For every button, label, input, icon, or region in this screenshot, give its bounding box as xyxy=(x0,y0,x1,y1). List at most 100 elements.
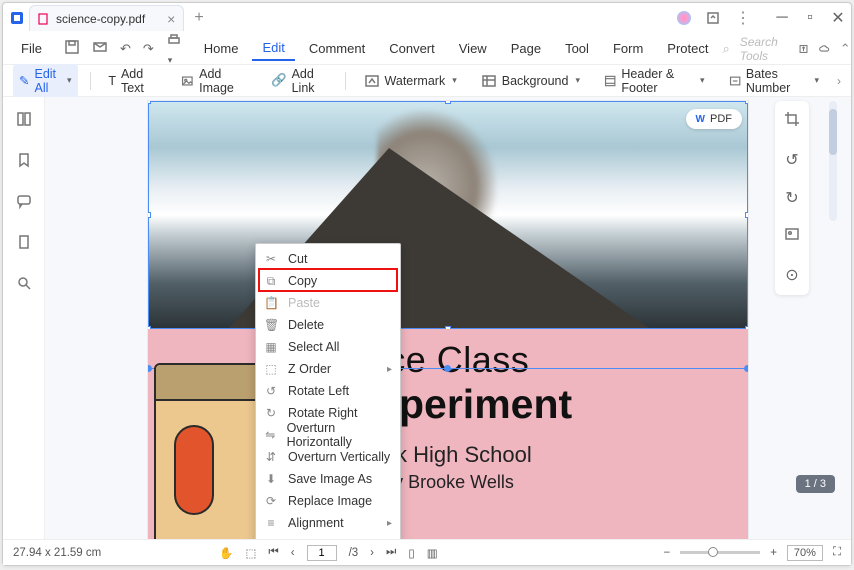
menu-form[interactable]: Form xyxy=(603,37,653,60)
ctx-select-all[interactable]: ▦Select All xyxy=(256,336,400,358)
ctx-label: Paste xyxy=(288,296,320,310)
zoom-value[interactable]: 70% xyxy=(787,545,823,561)
coords-readout: 27.94 x 21.59 cm xyxy=(13,547,101,559)
ctx-icon: ⋯ xyxy=(264,538,278,539)
zoom-slider[interactable] xyxy=(680,551,760,554)
maximize-button[interactable]: ▫ xyxy=(803,11,817,25)
ctx-cut[interactable]: ✂Cut xyxy=(256,248,400,270)
file-menu[interactable]: File xyxy=(11,37,52,60)
continuous-page-icon[interactable]: ▥ xyxy=(427,546,438,560)
ctx-icon: ↺ xyxy=(264,384,278,398)
ctx-overturn-vertically[interactable]: ⇵Overturn Vertically xyxy=(256,446,400,468)
selected-image[interactable] xyxy=(148,101,748,329)
extract-image-icon[interactable] xyxy=(784,226,800,247)
more-options-icon[interactable]: ⊙ xyxy=(785,265,798,285)
ctx-label: Rotate Left xyxy=(288,384,349,398)
export-icon[interactable] xyxy=(798,41,809,57)
zoom-in-icon[interactable]: + xyxy=(770,547,777,559)
toolbar-overflow-icon[interactable]: › xyxy=(837,74,841,88)
close-tab-icon[interactable]: × xyxy=(167,11,175,27)
last-page-icon[interactable]: ⏭ xyxy=(386,546,396,559)
ctx-label: Rotate Right xyxy=(288,406,357,420)
add-text-label: Add Text xyxy=(121,67,158,95)
menu-view[interactable]: View xyxy=(449,37,497,60)
menu-comment[interactable]: Comment xyxy=(299,37,375,60)
menu-page[interactable]: Page xyxy=(501,37,551,60)
ctx-paste: 📋Paste xyxy=(256,292,400,314)
zoom-out-icon[interactable]: − xyxy=(663,547,670,559)
search-tools-input[interactable]: Search Tools xyxy=(740,35,788,63)
share-icon[interactable] xyxy=(705,10,721,26)
ctx-save-image-as[interactable]: ⬇Save Image As xyxy=(256,468,400,490)
ctx-delete[interactable]: 🗑Delete xyxy=(256,314,400,336)
prev-page-icon[interactable]: ‹ xyxy=(291,547,295,559)
thumbnails-icon[interactable] xyxy=(16,111,32,132)
ctx-alignment[interactable]: ≡Alignment▸ xyxy=(256,512,400,534)
status-bar: 27.94 x 21.59 cm ✋ ⬚ ⏮ ‹ /3 › ⏭ ▯ ▥ − + … xyxy=(3,539,851,565)
background-button[interactable]: Background▾ xyxy=(475,70,586,92)
single-page-icon[interactable]: ▯ xyxy=(408,546,414,560)
redo-icon[interactable]: ↷ xyxy=(139,39,158,59)
vertical-scrollbar[interactable] xyxy=(829,101,837,221)
menu-protect[interactable]: Protect xyxy=(657,37,718,60)
menu-edit[interactable]: Edit xyxy=(252,36,294,61)
crop-icon[interactable] xyxy=(784,111,800,132)
kebab-menu-icon[interactable]: ⋮ xyxy=(735,8,751,28)
bookmarks-icon[interactable] xyxy=(16,152,32,173)
hand-tool-icon[interactable]: ✋ xyxy=(219,546,233,560)
watermark-button[interactable]: Watermark▾ xyxy=(358,70,463,92)
collapse-ribbon-icon[interactable]: ⌃ xyxy=(840,41,851,57)
close-window-button[interactable]: ✕ xyxy=(831,11,845,25)
add-link-button[interactable]: 🔗Add Link xyxy=(265,64,333,98)
minimize-button[interactable]: ─ xyxy=(775,11,789,25)
watermark-label: Watermark xyxy=(385,74,446,88)
menu-tool[interactable]: Tool xyxy=(555,37,599,60)
first-page-icon[interactable]: ⏮ xyxy=(268,546,278,559)
ctx-replace-image[interactable]: ⟳Replace Image xyxy=(256,490,400,512)
menu-convert[interactable]: Convert xyxy=(379,37,445,60)
print-icon[interactable]: ▾ xyxy=(162,30,186,68)
save-icon[interactable] xyxy=(60,37,84,60)
edit-all-button[interactable]: ✎ Edit All ▾ xyxy=(13,64,78,98)
comments-icon[interactable] xyxy=(16,193,32,214)
ctx-z-order[interactable]: ⬚Z Order▸ xyxy=(256,358,400,380)
ctx-icon: ⇵ xyxy=(264,450,278,464)
add-text-button[interactable]: TAdd Text xyxy=(102,64,163,98)
canvas[interactable]: nce Class : Experiment reek High School … xyxy=(45,97,851,539)
header-footer-icon xyxy=(604,73,616,89)
mail-icon[interactable] xyxy=(88,37,112,60)
ctx-copy[interactable]: ⧉Copy xyxy=(256,270,400,292)
add-image-label: Add Image xyxy=(199,67,247,95)
attachments-icon[interactable] xyxy=(16,234,32,255)
new-tab-button[interactable]: + xyxy=(194,9,203,27)
cloud-icon[interactable] xyxy=(819,41,830,57)
undo-icon[interactable]: ↶ xyxy=(116,39,135,59)
search-panel-icon[interactable] xyxy=(16,275,32,296)
rotate-cw-icon[interactable]: ↻ xyxy=(785,188,798,208)
ctx-rotate-left[interactable]: ↺ Rotate Left xyxy=(256,380,400,402)
search-icon[interactable]: ⌕ xyxy=(722,41,729,57)
pdf-to-word-badge[interactable]: WPDF xyxy=(686,109,742,129)
submenu-arrow-icon: ▸ xyxy=(387,518,392,529)
page-number-input[interactable] xyxy=(307,545,337,561)
edit-all-label: Edit All xyxy=(34,67,59,95)
app-logo-icon xyxy=(9,10,25,26)
ctx-icon: 🗑 xyxy=(264,318,278,332)
ctx-label: Replace Image xyxy=(288,494,372,508)
menu-home[interactable]: Home xyxy=(194,37,249,60)
add-image-button[interactable]: Add Image xyxy=(175,64,253,98)
ctx-icon: ⬇ xyxy=(264,472,278,486)
page-indicator: 1 / 3 xyxy=(796,475,835,493)
bates-number-button[interactable]: Bates Number▾ xyxy=(723,64,825,98)
account-icon[interactable] xyxy=(677,11,691,25)
next-page-icon[interactable]: › xyxy=(370,547,374,559)
document-tab[interactable]: science-copy.pdf × xyxy=(29,5,184,31)
menubar: File ↶ ↷ ▾ Home Edit Comment Convert Vie… xyxy=(3,33,851,65)
rotate-ccw-icon[interactable]: ↺ xyxy=(785,150,798,170)
ctx-overturn-horizontally[interactable]: ⇋Overturn Horizontally xyxy=(256,424,400,446)
document-page[interactable]: nce Class : Experiment reek High School … xyxy=(148,101,748,539)
scrollbar-thumb[interactable] xyxy=(829,109,837,155)
fit-page-icon[interactable]: ⛶ xyxy=(833,546,841,559)
header-footer-button[interactable]: Header & Footer▾ xyxy=(598,64,711,98)
select-tool-icon[interactable]: ⬚ xyxy=(246,546,257,560)
